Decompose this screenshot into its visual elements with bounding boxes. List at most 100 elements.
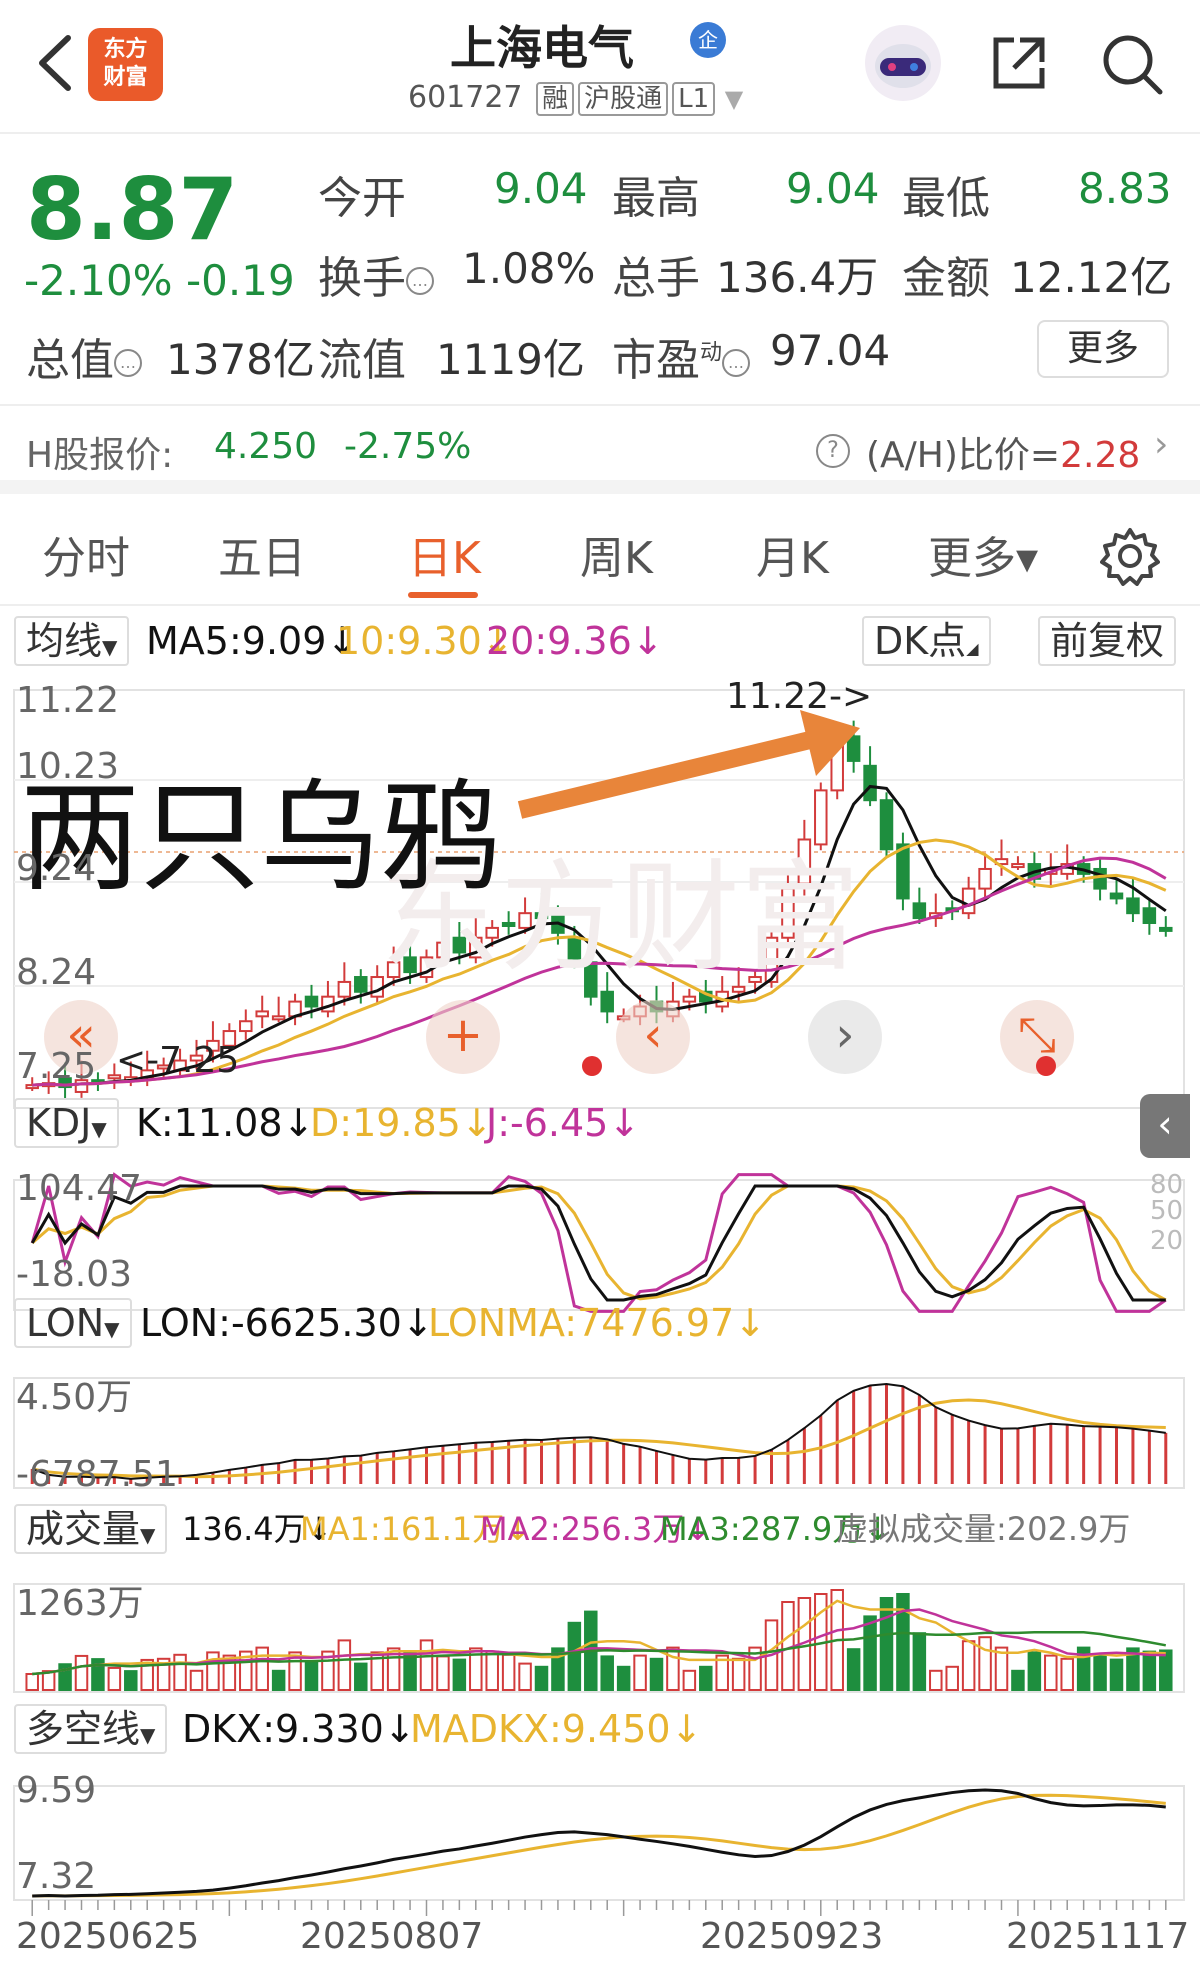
volume-bar (682, 1669, 697, 1691)
volume-bar (600, 1655, 614, 1692)
robot-avatar-icon[interactable] (862, 22, 944, 104)
volume-bar (961, 1640, 976, 1692)
volume-bar (189, 1669, 204, 1691)
event-dot[interactable] (582, 1056, 602, 1076)
volume-bar (1060, 1657, 1074, 1691)
turnover-label: 换手… (318, 242, 434, 306)
lon-line (31, 1382, 1166, 1480)
virtual-volume: 虚拟成交量:202.9万 (836, 1510, 1131, 1548)
chevron-right-icon: › (1154, 424, 1169, 465)
info-icon[interactable]: … (114, 349, 142, 377)
kdj-y-top: 104.47 (16, 1168, 142, 1209)
event-dot[interactable] (1036, 1056, 1056, 1076)
gear-icon[interactable] (1100, 526, 1160, 586)
kdj-legend-row: KDJ▼ K:11.08↓ D:19.85↓ J:-6.45↓ (0, 1094, 1200, 1152)
dkx-y-bottom: 7.32 (16, 1856, 97, 1897)
low-marker: <-7.25 (116, 1040, 240, 1081)
dkx-lines (32, 1788, 1166, 1898)
kdj-tick: 50 (1150, 1196, 1184, 1226)
dkx-select[interactable]: 多空线▼ (14, 1704, 168, 1754)
info-icon[interactable]: … (406, 267, 434, 295)
tab-monthly-k[interactable]: 月K (756, 522, 829, 586)
open-label: 今开 (318, 173, 406, 224)
panel-frame (13, 1377, 1185, 1489)
tab-daily-k[interactable]: 日K (408, 522, 481, 586)
volume-bar (518, 1662, 532, 1691)
kdj-lines (30, 1172, 1167, 1313)
dkx-value: DKX:9.330↓ (182, 1707, 416, 1751)
kdj-select[interactable]: KDJ▼ (14, 1098, 119, 1148)
collapse-panel-button[interactable]: ‹ (1140, 1094, 1190, 1158)
candle-body (239, 1020, 253, 1033)
share-icon[interactable] (990, 34, 1048, 92)
kdj-y-bottom: -18.03 (16, 1254, 133, 1295)
volume-bar (107, 1666, 122, 1691)
volume-bar (616, 1665, 631, 1691)
adjust-button[interactable]: 前复权 (1038, 616, 1177, 666)
search-icon[interactable] (1100, 32, 1164, 96)
enterprise-badge-icon: 企 (690, 22, 726, 58)
volume-bar (699, 1665, 713, 1691)
volume-bars (25, 1589, 1173, 1692)
volume-bar (863, 1615, 877, 1692)
tab-intraday[interactable]: 分时 (42, 522, 130, 586)
lon-select[interactable]: LON▼ (14, 1298, 132, 1348)
volume-bar (534, 1665, 549, 1691)
volume-bar (1142, 1650, 1157, 1691)
volume-select[interactable]: 成交量▼ (14, 1504, 168, 1554)
volume-bar (1159, 1649, 1173, 1691)
volume-bar (255, 1646, 269, 1691)
volume-bar (436, 1655, 450, 1692)
dkx-line (32, 1788, 1166, 1898)
amount-label: 金额 (902, 253, 990, 304)
volume-bar (173, 1653, 187, 1691)
h-share-pct: -2.75% (344, 426, 472, 467)
turnover-value: 1.08% (462, 244, 596, 293)
dropdown-triangle-icon[interactable]: ▼ (725, 85, 743, 113)
lon-y-top: 4.50万 (16, 1377, 133, 1418)
volume-bar (304, 1661, 319, 1691)
level-tag: L1 (672, 82, 716, 116)
high-value: 9.04 (786, 164, 880, 213)
help-icon[interactable]: ? (816, 434, 850, 468)
kdj-k: K:11.08↓ (136, 1101, 315, 1145)
lonma-value: LONMA:7476.97↓ (428, 1301, 767, 1345)
scroll-left-button[interactable]: ‹ (616, 1000, 690, 1074)
h-share-row[interactable]: H股报价: 4.250 -2.75% ? (A/H)比价=2.28 › (0, 408, 1200, 494)
volume-bar (1044, 1654, 1058, 1691)
x-label: 20250923 (700, 1916, 884, 1957)
volume-bar (879, 1597, 894, 1691)
high-marker: 11.22-> (726, 676, 873, 717)
volume-bar (271, 1669, 286, 1691)
vol-y-top: 1263万 (16, 1583, 144, 1624)
y-label-top: 11.22 (16, 680, 120, 721)
tab-weekly-k[interactable]: 周K (580, 522, 653, 586)
dk-point-button[interactable]: DK点◢ (862, 616, 991, 666)
arrow-annotation-icon (517, 710, 860, 819)
info-icon[interactable]: … (722, 349, 751, 377)
x-label: 20250807 (300, 1916, 484, 1957)
candle-body (1011, 863, 1025, 869)
more-button[interactable]: 更多 (1037, 320, 1169, 378)
top-bar: 东方 财富 上海电气 企 601727 融沪股通 L1 ▼ (0, 0, 1200, 134)
active-tab-indicator (408, 592, 478, 598)
tab-five-day[interactable]: 五日 (218, 522, 306, 586)
volume-bar (124, 1670, 138, 1691)
tab-more[interactable]: 更多▾ (928, 522, 1038, 586)
candle-body (255, 1010, 269, 1018)
candle-body (896, 843, 910, 900)
scroll-right-button[interactable]: › (808, 1000, 882, 1074)
candle-body (600, 990, 614, 1013)
volume-bar (633, 1654, 647, 1691)
volume-bar (337, 1639, 352, 1692)
zoom-in-button[interactable]: + (426, 1000, 500, 1074)
app-logo: 东方 财富 (88, 28, 163, 101)
lon-legend-row: LON▼ LON:-6625.30↓ LONMA:7476.97↓ (0, 1294, 1200, 1352)
volume-bar (501, 1653, 516, 1691)
y-label: 8.24 (16, 952, 97, 993)
dkx-y-top: 9.59 (16, 1770, 97, 1811)
volume-bar (354, 1662, 368, 1691)
volume-bar (1011, 1669, 1025, 1691)
ma-select[interactable]: 均线▼ (14, 616, 130, 666)
back-icon[interactable] (24, 28, 84, 98)
